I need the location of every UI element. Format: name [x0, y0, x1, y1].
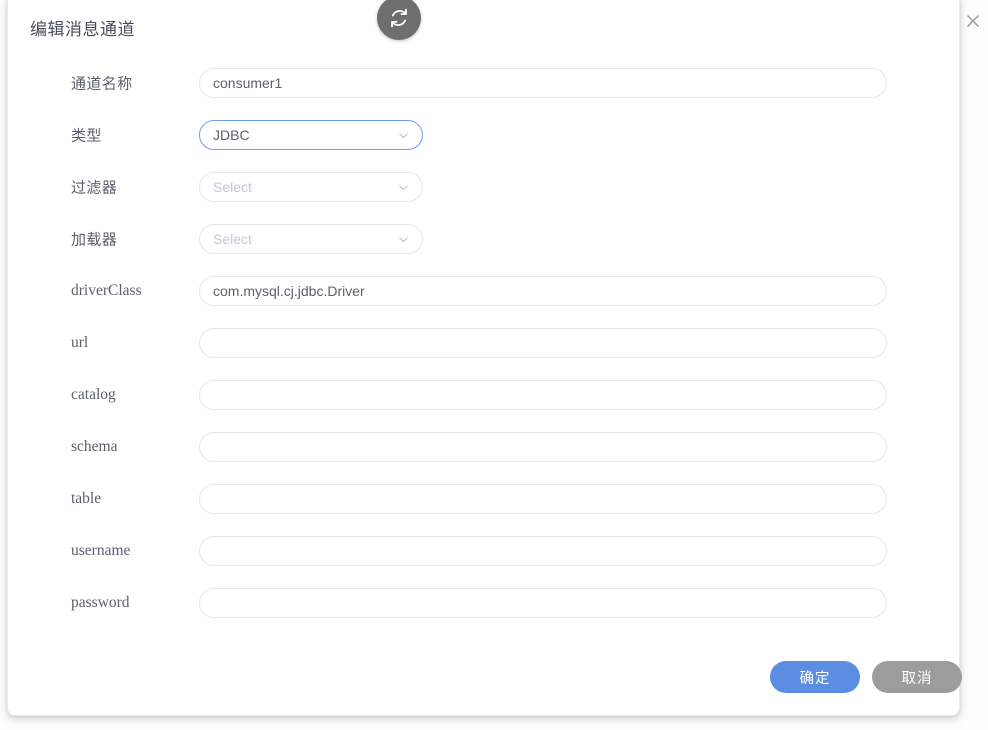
- channel-form: 通道名称 consumer1 类型 JDBC 过滤器 Select 加载器 Select dri…: [8, 57, 961, 629]
- input-table[interactable]: [199, 484, 887, 514]
- input-password[interactable]: [199, 588, 887, 618]
- edit-message-channel-dialog: 编辑消息通道 通道名称 consumer1 类型 JDBC 过滤器 Select 加载器 Se…: [7, 0, 962, 716]
- confirm-button[interactable]: 确定: [770, 661, 860, 693]
- form-row-type: 类型 JDBC: [8, 109, 961, 161]
- value-type: JDBC: [213, 127, 250, 143]
- dialog-title: 编辑消息通道: [30, 20, 135, 39]
- label-driver-class: driverClass: [71, 282, 142, 299]
- form-row-channel-name: 通道名称 consumer1: [8, 57, 961, 109]
- input-schema[interactable]: [199, 432, 887, 462]
- form-row-url: url: [8, 317, 961, 369]
- input-driver-class[interactable]: com.mysql.cj.jdbc.Driver: [199, 276, 887, 306]
- input-url[interactable]: [199, 328, 887, 358]
- form-row-catalog: catalog: [8, 369, 961, 421]
- refresh-glyph: [391, 8, 407, 28]
- page-root: 编辑消息通道 通道名称 consumer1 类型 JDBC 过滤器 Select 加载器 Se…: [0, 0, 988, 730]
- placeholder-loader: Select: [213, 231, 252, 247]
- close-glyph: [967, 15, 979, 27]
- label-schema: schema: [71, 438, 118, 455]
- label-username: username: [71, 542, 131, 559]
- label-loader: 加载器: [71, 232, 118, 249]
- input-channel-name[interactable]: consumer1: [199, 68, 887, 98]
- label-table: table: [71, 490, 102, 507]
- select-filter[interactable]: Select: [199, 172, 423, 202]
- form-row-filter: 过滤器 Select: [8, 161, 961, 213]
- label-filter: 过滤器: [71, 180, 118, 197]
- close-icon[interactable]: [962, 10, 984, 32]
- chevron-down-icon: [397, 181, 409, 193]
- input-username[interactable]: [199, 536, 887, 566]
- placeholder-filter: Select: [213, 179, 252, 195]
- chevron-down-icon: [397, 129, 409, 141]
- label-password: password: [71, 594, 130, 611]
- form-row-password: password: [8, 577, 961, 629]
- chevron-down-icon: [397, 233, 409, 245]
- form-row-schema: schema: [8, 421, 961, 473]
- input-catalog[interactable]: [199, 380, 887, 410]
- dialog-footer: 确定 取消: [8, 661, 962, 701]
- form-row-table: table: [8, 473, 961, 525]
- label-catalog: catalog: [71, 386, 116, 403]
- cancel-button[interactable]: 取消: [872, 661, 962, 693]
- select-loader[interactable]: Select: [199, 224, 423, 254]
- label-channel-name: 通道名称: [71, 76, 133, 93]
- value-driver-class: com.mysql.cj.jdbc.Driver: [213, 283, 365, 299]
- value-channel-name: consumer1: [213, 75, 283, 91]
- form-row-username: username: [8, 525, 961, 577]
- select-type[interactable]: JDBC: [199, 120, 423, 150]
- label-type: 类型: [71, 128, 102, 145]
- form-row-loader: 加载器 Select: [8, 213, 961, 265]
- label-url: url: [71, 334, 89, 351]
- form-row-driver-class: driverClass com.mysql.cj.jdbc.Driver: [8, 265, 961, 317]
